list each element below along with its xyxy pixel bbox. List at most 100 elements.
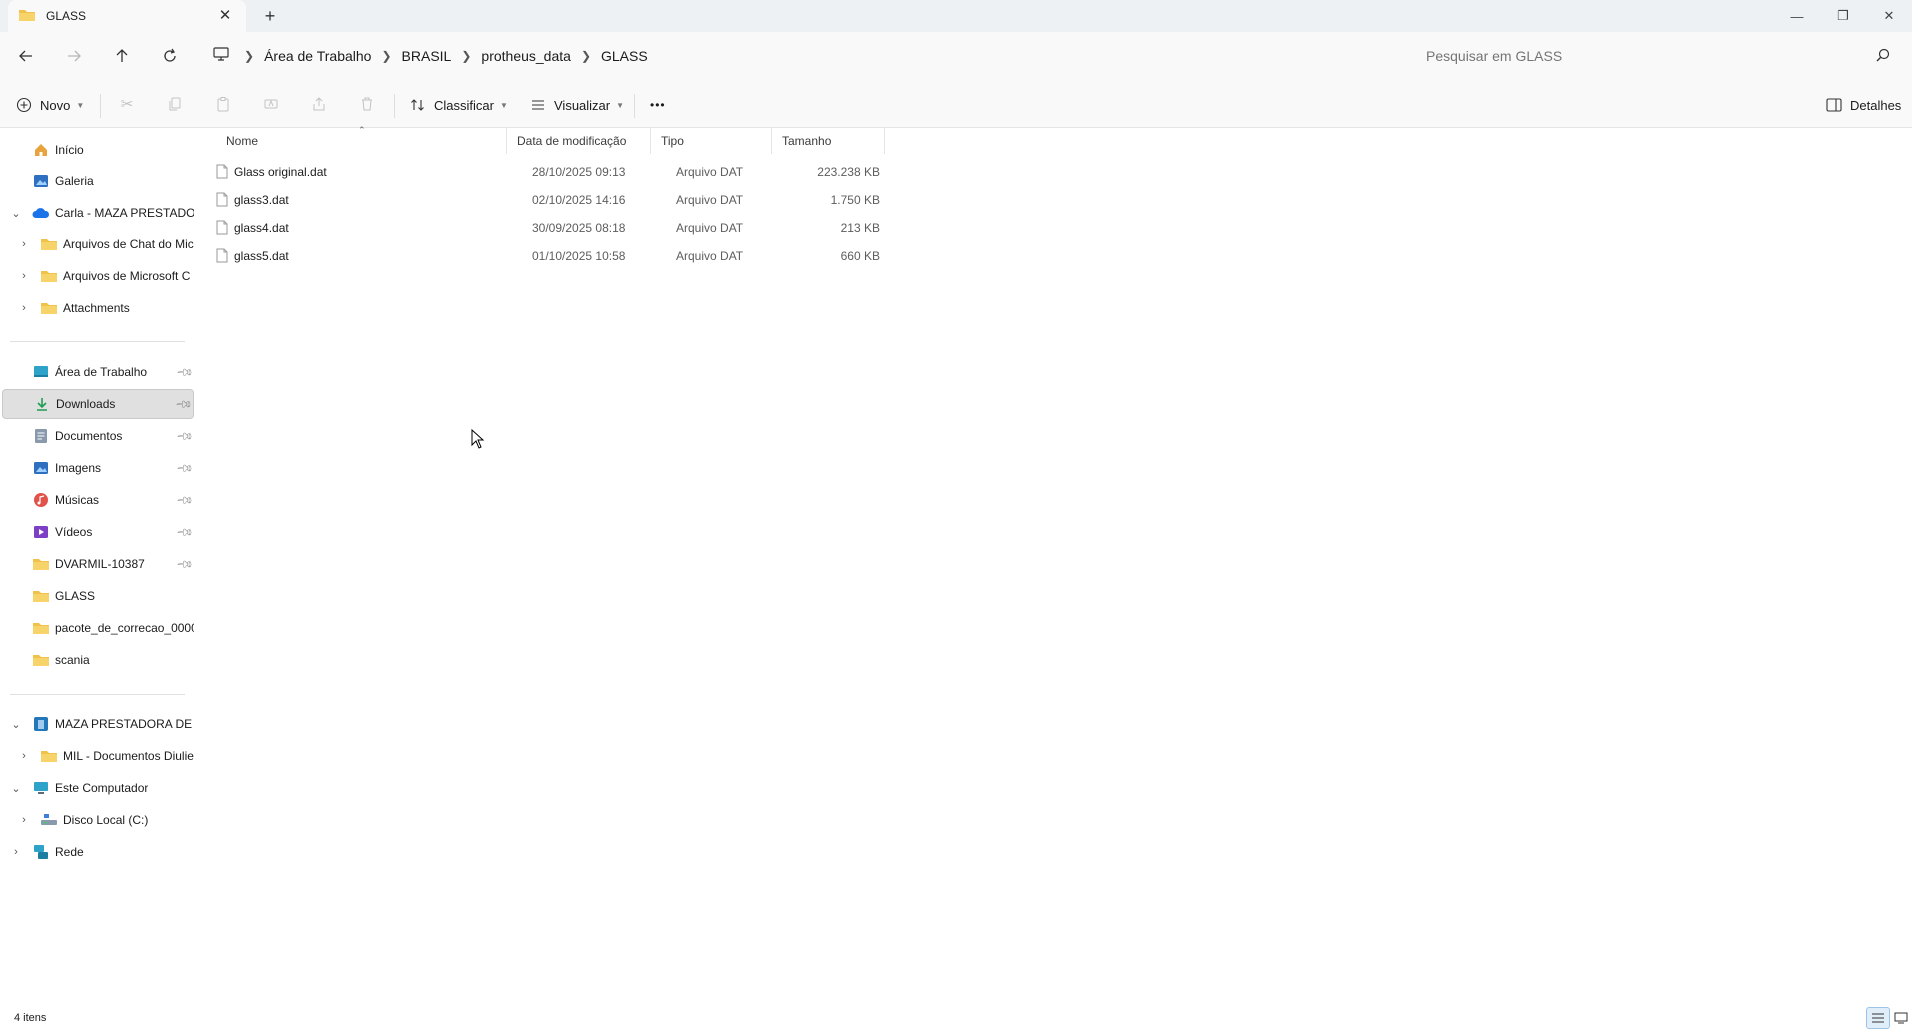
chevron-right-icon[interactable]: › xyxy=(10,846,22,858)
sidebar-item-imagens[interactable]: Imagens 📌︎ xyxy=(2,453,194,483)
file-row[interactable]: glass3.dat 02/10/2025 14:16 Arquivo DAT … xyxy=(216,186,1076,214)
new-button[interactable]: Novo ▼ xyxy=(16,92,84,118)
column-header-type[interactable]: Tipo xyxy=(651,128,769,154)
forward-button[interactable] xyxy=(60,44,88,68)
column-header-size[interactable]: Tamanho xyxy=(772,128,880,154)
sidebar-item-videos[interactable]: Vídeos 📌︎ xyxy=(2,517,194,547)
folder-icon xyxy=(40,267,58,285)
file-row[interactable]: glass5.dat 01/10/2025 10:58 Arquivo DAT … xyxy=(216,242,1076,270)
folder-icon xyxy=(40,235,58,253)
file-name: glass4.dat xyxy=(234,221,289,235)
status-bar: 4 itens xyxy=(0,1000,1912,1032)
file-size: 213 KB xyxy=(840,221,880,235)
arrow-left-icon xyxy=(19,50,32,62)
file-name: Glass original.dat xyxy=(234,165,327,179)
file-row[interactable]: Glass original.dat 28/10/2025 09:13 Arqu… xyxy=(216,158,1076,186)
file-row[interactable]: glass4.dat 30/09/2025 08:18 Arquivo DAT … xyxy=(216,214,1076,242)
cut-icon[interactable]: ✂ xyxy=(116,94,138,114)
sidebar-item-arquivos-chat[interactable]: › Arquivos de Chat do Mic xyxy=(2,229,194,259)
search-icon[interactable] xyxy=(1876,48,1890,65)
pin-icon[interactable]: 📌︎ xyxy=(175,522,194,541)
close-window-button[interactable]: ✕ xyxy=(1866,0,1912,32)
minimize-button[interactable]: — xyxy=(1774,0,1820,32)
sidebar-item-documentos[interactable]: Documentos 📌︎ xyxy=(2,421,194,451)
sidebar-item-area-de-trabalho[interactable]: Área de Trabalho 📌︎ xyxy=(2,357,194,387)
sidebar-item-attachments[interactable]: › Attachments xyxy=(2,293,194,323)
file-type: Arquivo DAT xyxy=(676,249,744,263)
delete-icon[interactable] xyxy=(356,94,378,114)
sidebar-item-inicio[interactable]: Início xyxy=(2,135,194,165)
pin-icon[interactable]: 📌︎ xyxy=(175,426,194,445)
sidebar-item-label: Arquivos de Microsoft C xyxy=(63,269,191,283)
tab-glass[interactable]: GLASS ✕ xyxy=(8,0,246,32)
chevron-right-icon[interactable]: › xyxy=(18,814,30,826)
view-button[interactable]: Visualizar ▼ xyxy=(530,92,624,118)
music-icon xyxy=(32,491,50,509)
sidebar-item-scania[interactable]: scania xyxy=(2,645,194,675)
search-input[interactable] xyxy=(1410,47,1850,64)
chevron-down-icon[interactable]: ⌄ xyxy=(10,207,22,220)
chevron-down-icon[interactable]: ⌄ xyxy=(10,718,22,731)
back-button[interactable] xyxy=(12,44,40,68)
new-label: Novo xyxy=(40,97,71,113)
pin-icon[interactable]: 📌︎ xyxy=(175,554,194,573)
refresh-button[interactable] xyxy=(156,44,184,68)
sidebar-item-glass[interactable]: GLASS xyxy=(2,581,194,611)
copy-icon[interactable] xyxy=(164,94,186,114)
chevron-right-icon[interactable]: › xyxy=(18,302,30,314)
chevron-right-icon[interactable]: › xyxy=(18,270,30,282)
file-size: 1.750 KB xyxy=(830,193,880,207)
sidebar-item-label: Vídeos xyxy=(55,525,93,539)
more-options-button[interactable]: ••• xyxy=(650,92,666,118)
breadcrumb-brasil[interactable]: BRASIL xyxy=(402,48,452,64)
sidebar-item-mil-documentos[interactable]: › MIL - Documentos Diulie xyxy=(2,741,194,771)
close-tab-icon[interactable]: ✕ xyxy=(216,7,234,25)
tiles-view-icon xyxy=(1894,1012,1908,1024)
chevron-right-icon[interactable]: › xyxy=(18,238,30,250)
share-icon[interactable] xyxy=(308,94,330,114)
pin-icon[interactable]: 📌︎ xyxy=(175,458,194,477)
sidebar-item-pacote-de-correcao[interactable]: pacote_de_correcao_0000C xyxy=(2,613,194,643)
separator xyxy=(100,94,101,118)
breadcrumb-area-de-trabalho[interactable]: Área de Trabalho xyxy=(264,48,371,64)
arrow-right-icon xyxy=(68,50,81,62)
paste-icon[interactable] xyxy=(212,94,234,114)
folder-icon xyxy=(32,587,50,605)
sidebar-item-onedrive[interactable]: ⌄ Carla - MAZA PRESTADOR xyxy=(2,198,194,228)
sidebar-item-maza-sharepoint[interactable]: ⌄ MAZA PRESTADORA DE SI xyxy=(2,709,194,739)
search-box[interactable] xyxy=(1410,39,1904,72)
sidebar-item-dvarmil[interactable]: DVARMIL-10387 📌︎ xyxy=(2,549,194,579)
large-icons-view-button[interactable] xyxy=(1892,1007,1910,1029)
documents-icon xyxy=(32,427,50,445)
sidebar-item-galeria[interactable]: Galeria xyxy=(2,166,194,196)
address-bar[interactable]: ❯ Área de Trabalho ❯ BRASIL ❯ protheus_d… xyxy=(204,39,1400,72)
chevron-down-icon[interactable]: ⌄ xyxy=(10,782,22,795)
sort-button[interactable]: Classificar ▼ xyxy=(410,92,508,118)
pin-icon[interactable]: 📌︎ xyxy=(175,490,194,509)
details-view-button[interactable] xyxy=(1866,1007,1890,1029)
sidebar-item-rede[interactable]: › Rede xyxy=(2,837,194,867)
sort-label: Classificar xyxy=(434,97,494,113)
column-header-date[interactable]: Data de modificação xyxy=(507,128,647,154)
divider xyxy=(10,341,185,342)
chevron-right-icon[interactable]: › xyxy=(18,750,30,762)
sidebar-item-este-computador[interactable]: ⌄ Este Computador xyxy=(2,773,194,803)
new-tab-button[interactable]: + xyxy=(258,5,282,27)
up-button[interactable] xyxy=(108,44,136,68)
sidebar-item-label: pacote_de_correcao_0000C xyxy=(55,621,194,635)
refresh-icon xyxy=(164,48,176,62)
sidebar-item-musicas[interactable]: Músicas 📌︎ xyxy=(2,485,194,515)
pin-icon[interactable]: 📌︎ xyxy=(174,394,193,413)
sidebar-item-disco-local[interactable]: › Disco Local (C:) xyxy=(2,805,194,835)
pin-icon[interactable]: 📌︎ xyxy=(175,362,194,381)
sidebar-item-arquivos-microsoft[interactable]: › Arquivos de Microsoft C xyxy=(2,261,194,291)
chevron-right-icon: ❯ xyxy=(580,48,591,63)
breadcrumb-protheus-data[interactable]: protheus_data xyxy=(481,48,571,64)
column-divider[interactable] xyxy=(884,128,885,154)
column-header-name[interactable]: Nome xyxy=(216,128,500,154)
breadcrumb-glass[interactable]: GLASS xyxy=(601,48,648,64)
maximize-button[interactable]: ❐ xyxy=(1820,0,1866,32)
rename-icon[interactable] xyxy=(260,94,282,114)
details-button[interactable]: Detalhes xyxy=(1826,92,1901,118)
sidebar-item-downloads[interactable]: Downloads 📌︎ xyxy=(2,389,194,419)
